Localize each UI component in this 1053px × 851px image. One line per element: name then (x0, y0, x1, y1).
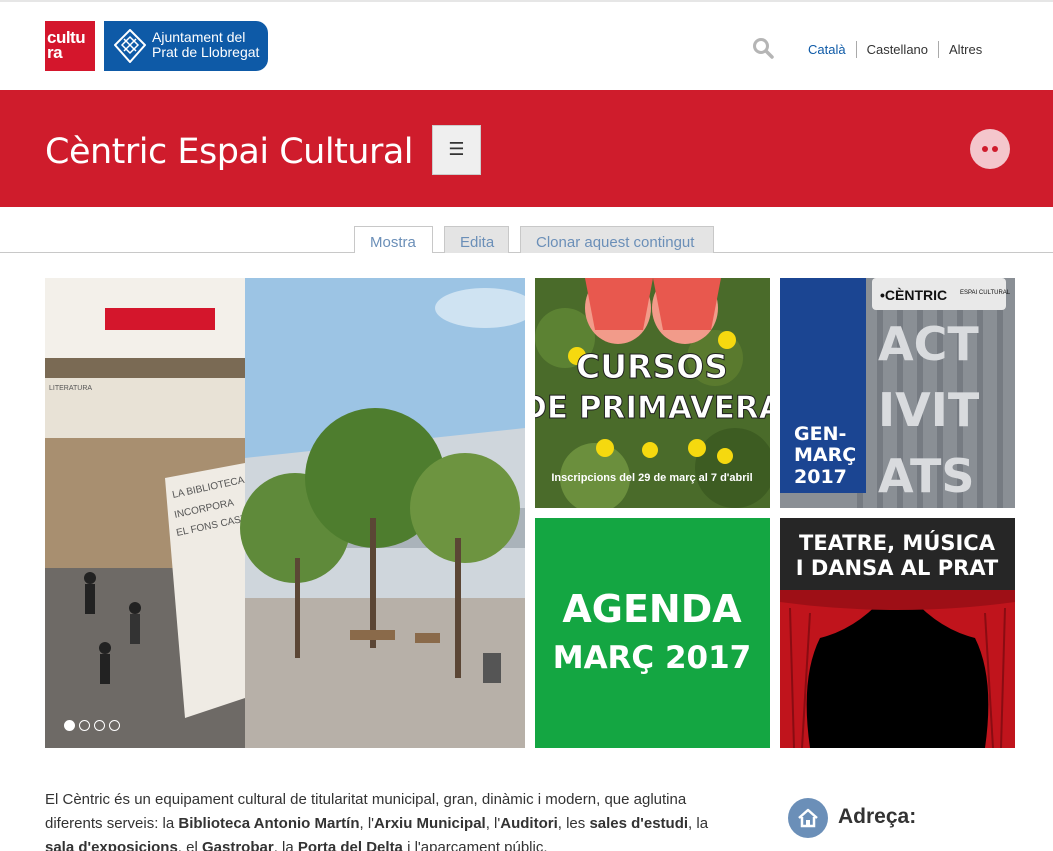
slider-label: LITERATURA (49, 385, 92, 392)
description-link[interactable]: Biblioteca Antonio Martín (178, 815, 359, 832)
lang-castellano[interactable]: Castellano (855, 41, 938, 58)
ajuntament-line2: Prat de Llobregat (152, 44, 260, 60)
cursos-subtitle: Inscripcions del 29 de març al 7 d'abril (551, 472, 752, 484)
lang-catala[interactable]: Català (798, 41, 856, 58)
description-link[interactable]: Gastrobar (202, 839, 274, 851)
description-text: El Cèntric és un equipament cultural de … (45, 788, 735, 851)
slider-photo: LA BIBLIOTECA INCORPORA EL FONS CASTRO L… (45, 278, 525, 748)
description-link[interactable]: sales d'estudi (589, 815, 688, 832)
page-title: Cèntric Espai Cultural (45, 132, 414, 172)
tile-cursos-primavera[interactable]: CURSOS DE PRIMAVERA Inscripcions del 29 … (535, 278, 770, 508)
tab-mostra[interactable]: Mostra (354, 226, 433, 253)
activitats-period1: GEN- (794, 423, 846, 445)
tab-edita[interactable]: Edita (444, 226, 509, 253)
slider-dot[interactable] (79, 720, 90, 731)
activitats-letters3: ATS (878, 449, 975, 503)
description-fragment: , el (177, 839, 202, 851)
description-link[interactable]: Porta del Delta (298, 839, 403, 851)
activitats-brand: •CÈNTRIC (880, 287, 947, 303)
image-slider[interactable]: LA BIBLIOTECA INCORPORA EL FONS CASTRO L… (45, 278, 525, 748)
teatre-line2: I DANSA AL PRAT (796, 556, 999, 580)
cursos-title1: CURSOS (576, 347, 728, 386)
site-header: cultu ra Ajuntament del Prat de Llobrega… (0, 0, 1053, 90)
slider-dots (64, 720, 120, 731)
crest-icon (114, 29, 146, 63)
tile-teatre[interactable]: TEATRE, MÚSICA I DANSA AL PRAT (780, 518, 1015, 748)
agenda-line2: MARÇ 2017 (553, 640, 752, 676)
title-band: Cèntric Espai Cultural ☰ (0, 90, 1053, 207)
activitats-image: •CÈNTRIC ESPAI CULTURAL ACT IVIT ATS GEN… (780, 278, 1015, 508)
slider-dot[interactable] (64, 720, 75, 731)
teatre-image: TEATRE, MÚSICA I DANSA AL PRAT (780, 518, 1015, 748)
agenda-line1: AGENDA (562, 587, 742, 631)
teatre-line1: TEATRE, MÚSICA (799, 530, 996, 555)
search-icon[interactable] (752, 37, 774, 59)
cursos-image: CURSOS DE PRIMAVERA Inscripcions del 29 … (535, 278, 770, 508)
description-fragment: , l' (359, 815, 375, 832)
logo-text-line2: ra (47, 43, 63, 62)
cultura-logo[interactable]: cultu ra (45, 21, 95, 71)
tile-agenda[interactable]: AGENDA MARÇ 2017 (535, 518, 770, 748)
description-fragment: i l'aparcament públic. (402, 839, 548, 851)
slider-dot[interactable] (109, 720, 120, 731)
activitats-period3: 2017 (794, 466, 847, 488)
agenda-image: AGENDA MARÇ 2017 (553, 587, 752, 676)
description-link[interactable]: Arxiu Municipal (374, 815, 486, 832)
description-link[interactable]: sala d'exposicions (45, 839, 178, 851)
description-fragment: , l' (485, 815, 501, 832)
menu-button[interactable]: ☰ (432, 125, 481, 175)
slider-dot[interactable] (94, 720, 105, 731)
ajuntament-line1: Ajuntament del (152, 29, 246, 45)
tile-activitats[interactable]: •CÈNTRIC ESPAI CULTURAL ACT IVIT ATS GEN… (780, 278, 1015, 508)
description-fragment: , les (557, 815, 590, 832)
lang-altres[interactable]: Altres (938, 41, 992, 58)
home-icon (788, 798, 828, 838)
activitats-letters1: ACT (878, 317, 979, 371)
description-fragment: , la (688, 815, 709, 832)
activitats-letters2: IVIT (878, 383, 980, 437)
description-link[interactable]: Auditori (500, 815, 558, 832)
tab-clonar[interactable]: Clonar aquest contingut (520, 226, 714, 253)
language-switcher: Català Castellano Altres (798, 41, 992, 58)
cursos-title2: DE PRIMAVERA (535, 390, 770, 426)
user-icon[interactable] (970, 129, 1010, 169)
activitats-brand-sub: ESPAI CULTURAL (960, 290, 1011, 296)
ajuntament-name: Ajuntament del Prat de Llobregat (152, 30, 259, 60)
activitats-period2: MARÇ (794, 444, 856, 466)
ajuntament-logo[interactable]: Ajuntament del Prat de Llobregat (104, 21, 268, 71)
description-fragment: , la (273, 839, 298, 851)
address-title: Adreça: (838, 805, 917, 828)
